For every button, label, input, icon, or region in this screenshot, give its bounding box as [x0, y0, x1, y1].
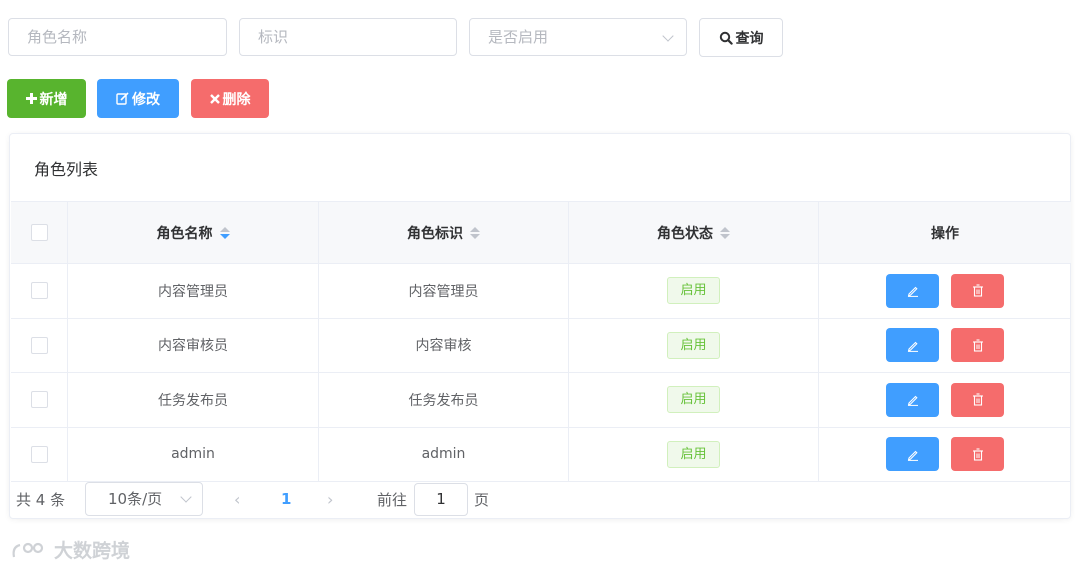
- watermark: 大数跨境: [10, 536, 130, 563]
- role-key-cell: admin: [319, 427, 569, 481]
- row-edit-button[interactable]: [886, 437, 939, 472]
- goto-page-input[interactable]: 1: [414, 483, 468, 516]
- total-count: 共 4 条: [16, 490, 66, 509]
- row-delete-button[interactable]: [951, 328, 1004, 363]
- pencil-icon: [907, 395, 918, 407]
- add-button-label: 新增: [39, 91, 68, 108]
- goto-label: 前往: [377, 490, 408, 509]
- header-label: 角色状态: [657, 225, 713, 242]
- header-label: 角色名称: [156, 225, 213, 242]
- pagination: 共 4 条 10条/页 ‹ 1 › 前往 1 页: [9, 480, 1071, 518]
- status-select-placeholder: 是否启用: [488, 28, 549, 46]
- table-row: 任务发布员 任务发布员 启用: [11, 373, 1071, 428]
- status-badge: 启用: [667, 331, 720, 359]
- role-name-cell: admin: [68, 427, 319, 481]
- page-size-value: 10条/页: [108, 490, 163, 508]
- row-delete-button[interactable]: [951, 437, 1004, 472]
- row-delete-button[interactable]: [951, 273, 1004, 308]
- role-list-card: 角色列表 角色名称 角色标识 角色状态 操作 内容管理员 内容管理员 启用 内容…: [9, 133, 1071, 519]
- role-name-cell: 内容审核员: [68, 318, 319, 372]
- row-edit-button[interactable]: [886, 273, 939, 308]
- column-header-role-name[interactable]: 角色名称: [68, 202, 319, 263]
- delete-button[interactable]: 删除: [191, 79, 269, 118]
- row-checkbox[interactable]: [30, 282, 48, 300]
- edit-button-label: 修改: [132, 91, 160, 108]
- role-name-cell: 内容管理员: [68, 264, 319, 318]
- identifier-input[interactable]: 标识: [239, 18, 457, 56]
- next-page-icon[interactable]: ›: [327, 490, 333, 509]
- delete-button-label: 删除: [222, 91, 251, 108]
- pencil-icon: [907, 450, 918, 461]
- page-number-current[interactable]: 1: [281, 490, 291, 508]
- role-key-cell: 任务发布员: [319, 373, 569, 427]
- column-header-role-key[interactable]: 角色标识: [319, 202, 569, 263]
- add-button[interactable]: 新增: [7, 79, 86, 118]
- status-badge: 启用: [667, 440, 720, 468]
- sort-icon[interactable]: [720, 226, 730, 239]
- role-name-cell: 任务发布员: [68, 373, 319, 427]
- table-header-row: 角色名称 角色标识 角色状态 操作: [11, 202, 1071, 264]
- close-icon: [209, 93, 220, 104]
- trash-icon: [972, 448, 983, 461]
- table-row: 内容管理员 内容管理员 启用: [11, 264, 1071, 319]
- pencil-icon: [907, 341, 918, 352]
- role-table: 角色名称 角色标识 角色状态 操作 内容管理员 内容管理员 启用 内容审核员 内…: [11, 201, 1071, 482]
- status-badge: 启用: [667, 386, 720, 414]
- query-button-label: 查询: [735, 30, 764, 47]
- column-header-role-status[interactable]: 角色状态: [569, 202, 819, 263]
- sort-icon[interactable]: [219, 226, 230, 239]
- select-all-checkbox[interactable]: [30, 224, 48, 241]
- page-size-select[interactable]: 10条/页: [85, 482, 203, 516]
- plus-icon: [25, 93, 37, 104]
- watermark-logo-icon: [12, 542, 44, 557]
- row-checkbox[interactable]: [30, 336, 48, 354]
- row-delete-button[interactable]: [951, 382, 1004, 417]
- prev-page-icon[interactable]: ‹: [234, 490, 240, 509]
- sort-icon[interactable]: [470, 226, 480, 239]
- edit-square-icon: [116, 92, 129, 105]
- header-label: 角色标识: [407, 225, 463, 242]
- header-label: 操作: [931, 225, 959, 242]
- status-badge: 启用: [667, 277, 720, 305]
- table-row: 内容审核员 内容审核 启用: [11, 318, 1071, 373]
- query-button[interactable]: 查询: [699, 18, 783, 57]
- watermark-text: 大数跨境: [54, 540, 131, 562]
- role-name-input[interactable]: 角色名称: [8, 18, 227, 56]
- edit-button[interactable]: 修改: [97, 79, 179, 118]
- trash-icon: [972, 284, 983, 297]
- trash-icon: [972, 339, 983, 352]
- row-edit-button[interactable]: [886, 328, 939, 363]
- chevron-down-icon: [180, 491, 192, 503]
- row-checkbox[interactable]: [30, 391, 48, 409]
- row-checkbox[interactable]: [30, 445, 48, 463]
- role-key-cell: 内容管理员: [319, 264, 569, 318]
- trash-icon: [972, 393, 983, 406]
- search-icon: [719, 31, 733, 45]
- status-select[interactable]: 是否启用: [469, 18, 687, 56]
- row-edit-button[interactable]: [886, 382, 939, 417]
- chevron-down-icon: [662, 30, 674, 42]
- role-key-cell: 内容审核: [319, 318, 569, 372]
- column-header-actions: 操作: [819, 202, 1071, 263]
- pencil-icon: [907, 286, 918, 298]
- card-title: 角色列表: [34, 160, 99, 179]
- table-row: admin admin 启用: [11, 427, 1071, 482]
- page-suffix-label: 页: [474, 490, 490, 509]
